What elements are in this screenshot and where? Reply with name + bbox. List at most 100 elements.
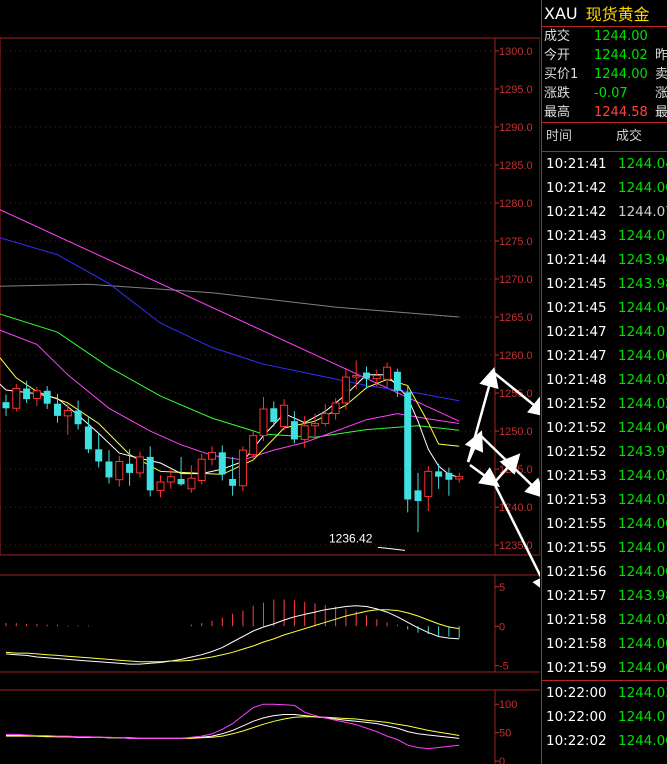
trade-time: 10:21:52	[546, 396, 607, 412]
quote-extra-label: 卖	[655, 67, 667, 82]
trade-row[interactable]: 10:21:41 1244.04	[542, 152, 667, 176]
chart-area[interactable]: 1300.0 1295.0 1290.0 1285.0 1280.0 1275.0 1270…	[0, 0, 540, 764]
trade-row[interactable]: 10:21:42 1244.07	[542, 200, 667, 224]
trade-row[interactable]: 10:21:52 1243.97	[542, 440, 667, 464]
trade-row[interactable]: 10:21:47 1244.01	[542, 320, 667, 344]
quote-label: 最高	[544, 105, 571, 120]
candle-down	[146, 456, 154, 491]
trade-time: 10:22:02	[546, 733, 607, 749]
trade-row[interactable]: 10:21:47 1244.00	[542, 344, 667, 368]
quote-value: -0.07	[594, 86, 628, 101]
time-column-header: 时间	[546, 129, 573, 144]
kdj-panel: 100 50 0	[6, 699, 517, 764]
trend-arrow	[466, 367, 499, 463]
trade-row[interactable]: 10:21:56 1244.00	[542, 560, 667, 584]
moving-average-line	[0, 209, 460, 422]
low-price-label: 1236.42	[329, 531, 373, 545]
trade-row[interactable]: 10:21:52 1244.00	[542, 416, 667, 440]
trade-price: 1244.04	[618, 156, 667, 172]
trade-row[interactable]: 10:21:43 1244.01	[542, 224, 667, 248]
trade-price: 1244.00	[618, 180, 667, 196]
instrument-symbol: XAU	[544, 3, 578, 23]
candle-up	[352, 375, 361, 378]
trade-row[interactable]: 10:21:58 1244.00	[542, 632, 667, 656]
trade-price: 1244.01	[618, 324, 667, 340]
trade-time: 10:21:53	[546, 492, 607, 508]
trade-row[interactable]: 10:21:53 1244.02	[542, 464, 667, 488]
trade-price: 1243.96	[618, 252, 667, 268]
candle-down	[290, 421, 298, 440]
kline-chart[interactable]: 1300.0 1295.0 1290.0 1285.0 1280.0 1275.0 1270…	[0, 0, 540, 764]
trade-time: 10:21:55	[546, 540, 607, 556]
candle-up	[372, 375, 381, 380]
candle-up	[32, 390, 41, 399]
moving-average-line	[0, 283, 460, 318]
quote-extra-label: 涨	[655, 86, 667, 101]
trade-row[interactable]: 10:21:57 1243.98	[542, 584, 667, 608]
candle-up	[135, 456, 144, 474]
candle-down	[270, 408, 278, 422]
trade-price: 1244.00	[618, 516, 667, 532]
macd-tick-label: -5	[499, 661, 509, 673]
quote-row: 今开 1244.02 昨	[542, 46, 667, 65]
trade-list[interactable]: 10:21:41 1244.04 10:21:42 1244.00 10:21:42 12…	[542, 152, 667, 753]
trade-row[interactable]: 10:21:45 1243.98	[542, 272, 667, 296]
instrument-header: XAU 现货黄金	[542, 0, 667, 26]
price-tick-label: 1300.0	[499, 46, 533, 58]
candle-down	[84, 426, 92, 450]
trade-row[interactable]: 10:21:58 1244.02	[542, 608, 667, 632]
trade-row[interactable]: 10:21:52 1244.02	[542, 392, 667, 416]
macd-tick-label: 0	[499, 621, 505, 633]
trade-row[interactable]: 10:21:55 1244.01	[542, 536, 667, 560]
trade-price: 1243.98	[618, 588, 667, 604]
trade-row[interactable]: 10:21:48 1244.02	[542, 368, 667, 392]
trade-row[interactable]: 10:21:53 1244.03	[542, 488, 667, 512]
price-tick-label: 1285.0	[499, 160, 533, 172]
candle-down	[23, 388, 31, 400]
price-tick-label: 1265.0	[499, 312, 533, 324]
trade-row[interactable]: 10:21:45 1244.04	[542, 296, 667, 320]
candle-up	[115, 460, 124, 481]
trade-row[interactable]: 10:21:42 1244.00	[542, 176, 667, 200]
candle-up	[341, 376, 350, 404]
trade-price: 1244.03	[618, 685, 667, 701]
candle-up	[280, 404, 289, 428]
instrument-name: 现货黄金	[585, 5, 650, 24]
candle-down	[393, 371, 401, 391]
trade-price: 1244.01	[618, 709, 667, 725]
quote-extra-label: 昨	[655, 48, 667, 63]
trade-row[interactable]: 10:21:44 1243.96	[542, 248, 667, 272]
trade-price: 1244.00	[618, 733, 667, 749]
kdj-tick-label: 100	[499, 699, 517, 711]
quote-value: 1244.00	[594, 67, 648, 82]
trade-row[interactable]: 10:22:02 1244.00	[542, 729, 667, 753]
quote-row: 买价1 1244.00 卖	[542, 65, 667, 84]
candle-down	[2, 402, 10, 409]
kdj-tick-label: 0	[499, 756, 505, 764]
price-tick-label: 1250.0	[499, 426, 533, 438]
trade-time: 10:21:57	[546, 588, 607, 604]
quote-value: 1244.00	[594, 29, 648, 44]
quote-row: 成交 1244.00	[542, 27, 667, 46]
kdj-d-line	[6, 716, 460, 739]
low-annotation: 1236.42	[329, 531, 406, 551]
candle-down	[414, 490, 422, 502]
candle-up	[166, 476, 175, 483]
trade-row[interactable]: 10:22:00 1244.01	[542, 705, 667, 729]
candle-down	[363, 372, 370, 379]
trade-price: 1244.02	[618, 468, 667, 484]
trade-time: 10:21:52	[546, 444, 607, 460]
macd-tick-label: 5	[499, 582, 505, 594]
trade-row[interactable]: 10:22:00 1244.03	[542, 681, 667, 705]
candles	[2, 360, 464, 533]
trade-row[interactable]: 10:21:55 1244.00	[542, 512, 667, 536]
trade-time: 10:21:47	[546, 348, 607, 364]
quote-value: 1244.58	[594, 105, 648, 120]
trade-time: 10:22:00	[546, 709, 607, 725]
trade-row[interactable]: 10:21:59 1244.00	[542, 656, 667, 680]
candle-down	[95, 449, 103, 462]
trade-price: 1244.00	[618, 348, 667, 364]
candle-up	[259, 408, 268, 437]
trade-price: 1244.07	[618, 204, 667, 220]
trade-price: 1244.04	[618, 300, 667, 316]
